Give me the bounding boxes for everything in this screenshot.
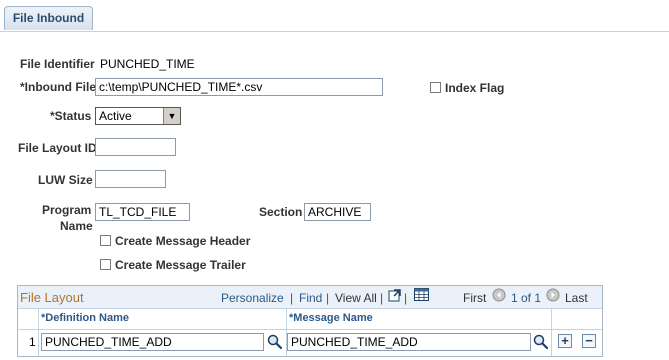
column-header-definition-name[interactable]: *Definition Name [41,309,129,328]
section-input[interactable]: ARCHIVE [304,203,371,221]
add-row-button[interactable]: + [558,334,572,348]
grid-separator: | [380,291,384,305]
header-divider [18,329,602,330]
file-identifier-value: PUNCHED_TIME [100,57,195,71]
program-label-line1: Program [42,203,92,217]
column-divider [551,309,552,356]
status-select[interactable]: Active ▼ [95,107,181,125]
grid-separator: | [290,291,294,305]
message-name-input[interactable]: PUNCHED_TIME_ADD [287,333,531,351]
tab-bar [0,0,669,32]
create-message-header-label: Create Message Header [115,234,251,248]
personalize-link[interactable]: Personalize [221,291,284,305]
first-label: First [463,291,487,305]
delete-row-button[interactable]: − [582,334,596,348]
file-identifier-label: File Identifier [20,57,95,71]
previous-arrow-icon[interactable] [492,288,506,305]
program-label-line2: Name [60,219,93,233]
message-lookup-icon[interactable] [533,334,549,350]
status-label: *Status [50,109,92,123]
new-window-icon[interactable] [388,288,402,305]
definition-name-input[interactable]: PUNCHED_TIME_ADD [41,333,264,351]
row-number: 1 [29,335,36,349]
section-label: Section [259,205,303,219]
row-range: 1 of 1 [511,291,542,305]
view-all-link[interactable]: View All [335,291,377,305]
inbound-file-label: *Inbound File [20,80,96,94]
download-grid-icon[interactable] [414,288,429,304]
column-divider [38,309,39,356]
dropdown-arrow-icon[interactable]: ▼ [163,108,180,124]
inbound-file-input[interactable]: c:\temp\PUNCHED_TIME*.csv [95,78,383,96]
next-arrow-icon[interactable] [546,288,560,305]
index-flag-label: Index Flag [445,81,505,95]
create-message-header-checkbox[interactable] [100,235,111,246]
column-header-message-name[interactable]: *Message Name [289,309,373,328]
last-label: Last [565,291,588,305]
grid-separator: | [326,291,330,305]
file-layout-id-input[interactable] [95,138,176,156]
create-message-trailer-label: Create Message Trailer [115,258,246,272]
file-layout-id-label: File Layout ID [18,141,97,155]
tab-file-inbound[interactable]: File Inbound [4,6,93,30]
luw-size-label: LUW Size [38,173,93,187]
find-link[interactable]: Find [299,291,322,305]
luw-size-input[interactable] [95,170,166,188]
status-select-value: Active [99,109,132,123]
index-flag-checkbox[interactable] [430,82,441,93]
definition-lookup-icon[interactable] [267,334,283,350]
program-name-input[interactable]: TL_TCD_FILE [95,203,190,221]
create-message-trailer-checkbox[interactable] [100,259,111,270]
grid-title: File Layout [20,290,84,305]
grid-separator: | [404,291,408,305]
